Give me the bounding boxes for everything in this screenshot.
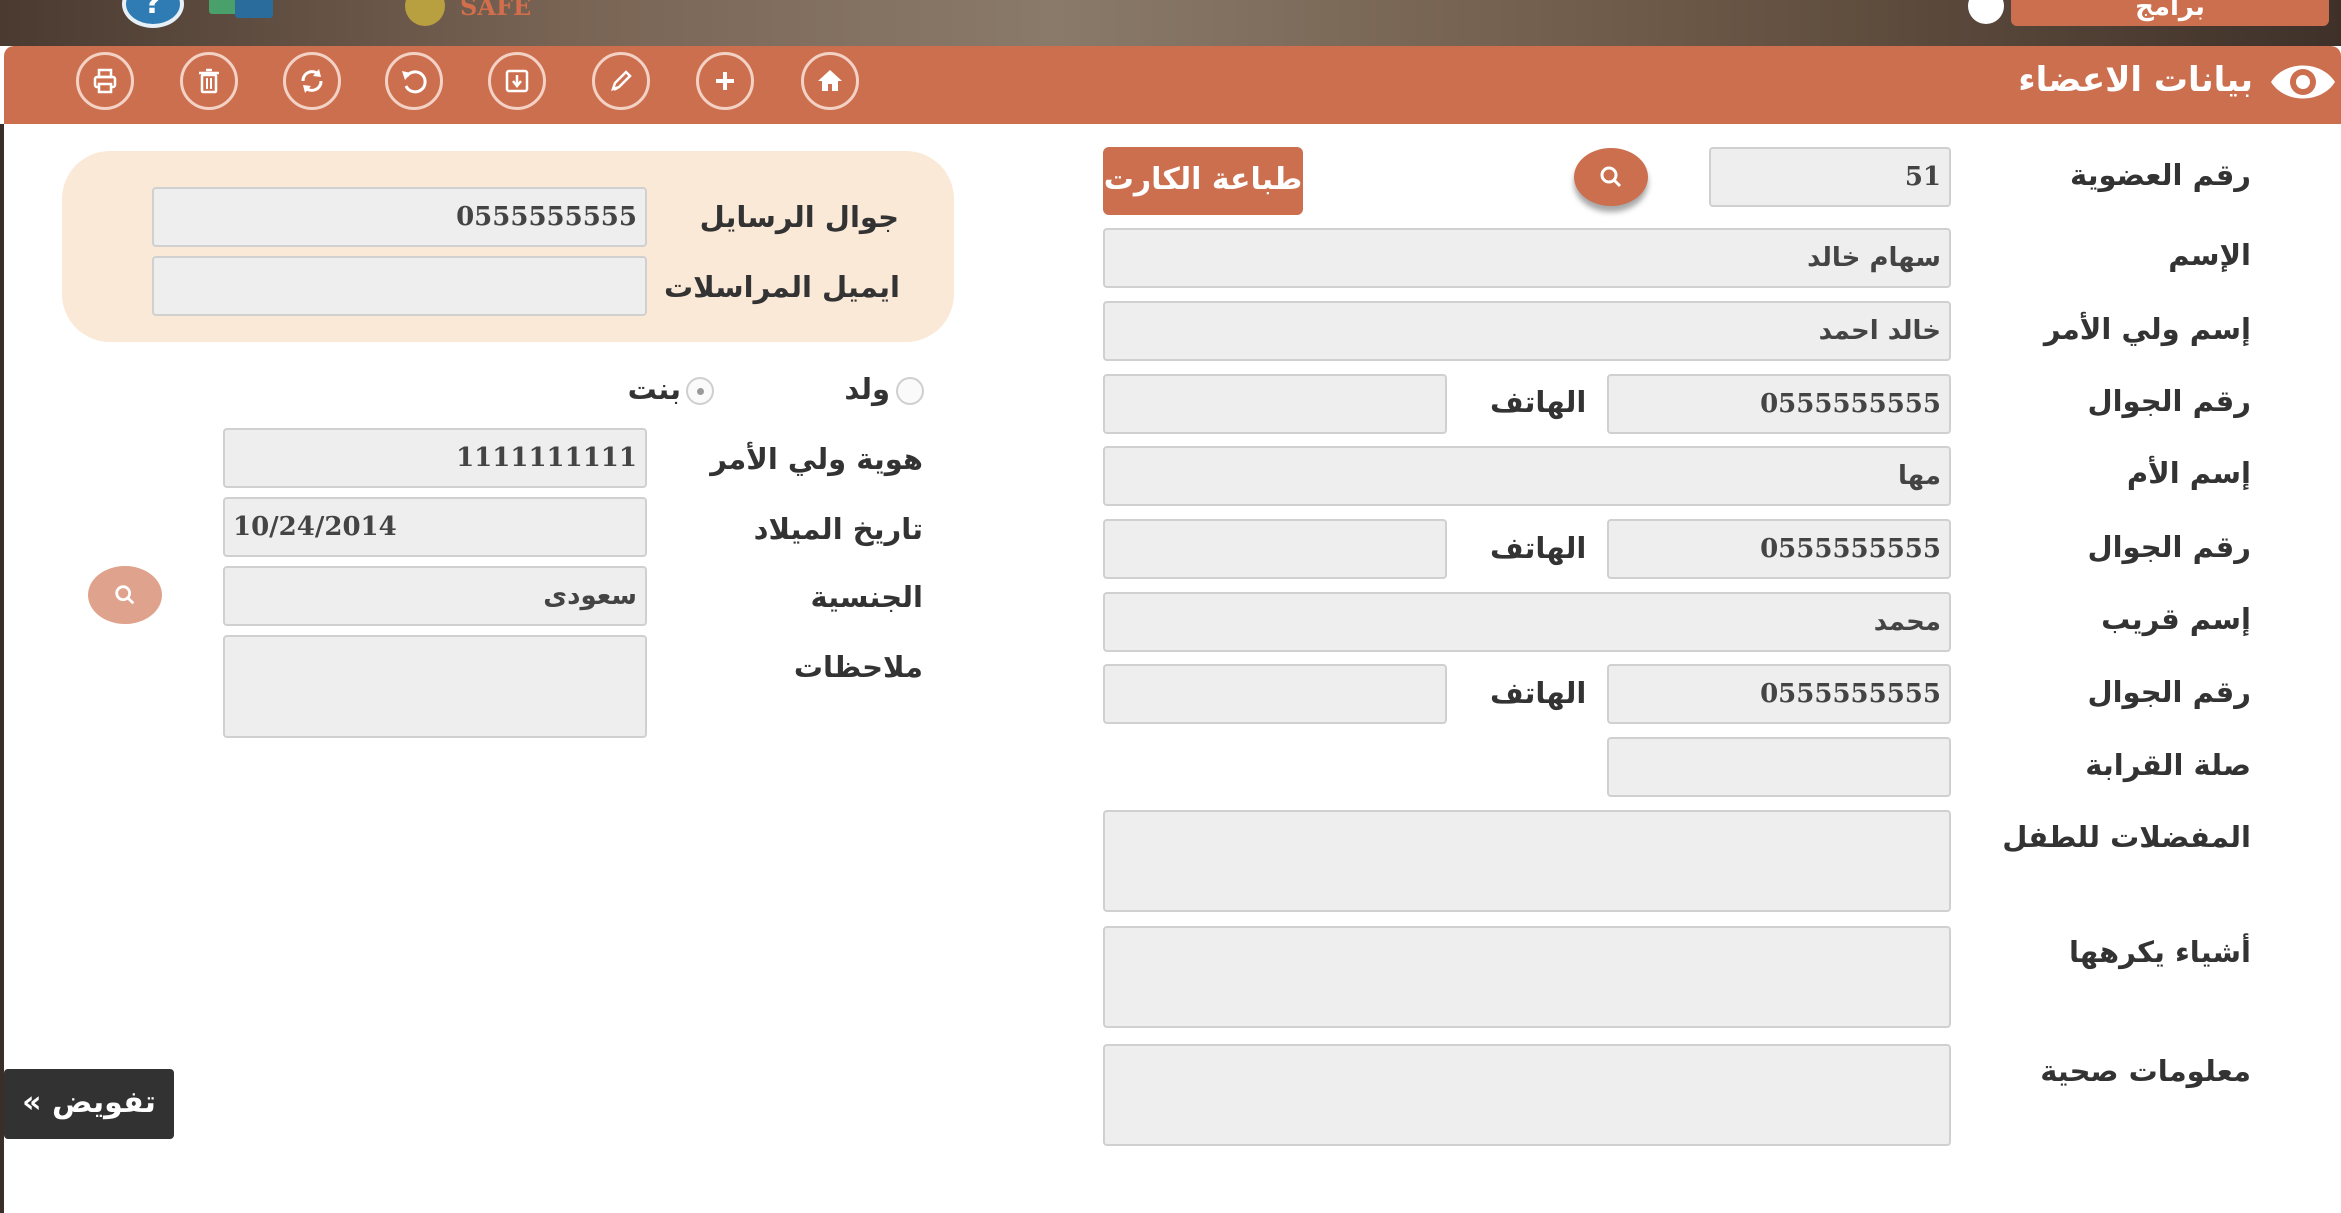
- relative-mobile-label: رقم الجوال: [2087, 675, 2251, 709]
- undo-button[interactable]: [385, 52, 443, 110]
- boy-radio[interactable]: [896, 377, 924, 405]
- mother-mobile-input[interactable]: 0555555555: [1607, 519, 1951, 579]
- guardian-phone-label: الهاتف: [1490, 385, 1587, 419]
- logo-text: SAFE: [460, 0, 532, 21]
- eye-icon: [2267, 56, 2339, 108]
- notes-label: ملاحظات: [793, 650, 923, 684]
- health-info-label: معلومات صحية: [2040, 1054, 2251, 1088]
- relation-label: صلة القرابة: [2085, 748, 2251, 782]
- delete-button[interactable]: [180, 52, 238, 110]
- relative-mobile-input[interactable]: 0555555555: [1607, 664, 1951, 724]
- dislikes-textarea[interactable]: [1103, 926, 1951, 1028]
- favorites-label: المفضلات للطفل: [2002, 820, 2251, 854]
- toolbar: [4, 46, 2341, 124]
- search-icon: [1600, 166, 1622, 188]
- relative-phone-label: الهاتف: [1490, 676, 1587, 710]
- birth-date-label: تاريخ الميلاد: [753, 512, 923, 546]
- programs-button[interactable]: برامج: [2011, 0, 2329, 26]
- print-icon: [93, 68, 117, 94]
- nationality-search-button[interactable]: [88, 566, 162, 624]
- nationality-input[interactable]: سعودى: [223, 566, 647, 626]
- guardian-mobile-input[interactable]: 0555555555: [1607, 374, 1951, 434]
- birth-date-input[interactable]: 10/24/2014: [223, 497, 647, 557]
- print-button[interactable]: [76, 52, 134, 110]
- nationality-label: الجنسية: [810, 580, 923, 614]
- trash-icon: [199, 68, 219, 94]
- guardian-name-input[interactable]: خالد احمد: [1103, 301, 1951, 361]
- messages-email-label: ايميل المراسلات: [663, 270, 900, 304]
- messages-mobile-input[interactable]: 0555555555: [152, 187, 647, 247]
- guardian-id-input[interactable]: 1111111111: [223, 428, 647, 488]
- left-edge: [0, 124, 4, 1213]
- dislikes-label: أشياء يكرهها: [2068, 935, 2251, 969]
- name-input[interactable]: سهام خالد: [1103, 228, 1951, 288]
- girl-radio[interactable]: [686, 377, 714, 405]
- home-button[interactable]: [801, 52, 859, 110]
- pencil-icon: [611, 70, 632, 91]
- plus-icon: [716, 72, 734, 90]
- save-button[interactable]: [488, 52, 546, 110]
- name-label: الإسم: [2168, 238, 2251, 272]
- add-button[interactable]: [696, 52, 754, 110]
- help-glyph: ?: [144, 0, 162, 21]
- refresh-button[interactable]: [283, 52, 341, 110]
- relative-phone-input[interactable]: [1103, 664, 1447, 724]
- page-title: بيانات الاعضاء: [2018, 60, 2253, 100]
- relation-input[interactable]: [1607, 737, 1951, 797]
- save-icon: [505, 69, 529, 93]
- relative-name-input[interactable]: محمد: [1103, 592, 1951, 652]
- search-icon: [115, 585, 135, 605]
- help-icon[interactable]: ?: [122, 0, 184, 28]
- refresh-icon: [301, 69, 323, 93]
- health-info-textarea[interactable]: [1103, 1044, 1951, 1146]
- home-icon: [818, 70, 842, 91]
- messages-mobile-label: جوال الرسايل: [699, 200, 899, 234]
- guardian-mobile-label: رقم الجوال: [2087, 384, 2251, 418]
- delegate-button[interactable]: « تفويض: [4, 1069, 174, 1139]
- undo-icon: [402, 70, 427, 94]
- relative-name-label: إسم قريب: [2101, 602, 2251, 636]
- mother-name-label: إسم الأم: [2126, 456, 2251, 490]
- girl-label: بنت: [627, 372, 681, 406]
- member-search-button[interactable]: [1574, 148, 1648, 206]
- print-card-button[interactable]: طباعة الكارت: [1103, 147, 1303, 215]
- guardian-name-label: إسم ولي الأمر: [2043, 312, 2251, 346]
- mother-phone-input[interactable]: [1103, 519, 1447, 579]
- messages-email-input[interactable]: [152, 256, 647, 316]
- chat-icon[interactable]: [205, 0, 277, 22]
- guardian-phone-input[interactable]: [1103, 374, 1447, 434]
- favorites-textarea[interactable]: [1103, 810, 1951, 912]
- mother-mobile-label: رقم الجوال: [2087, 530, 2251, 564]
- membership-no-input[interactable]: 51: [1709, 147, 1951, 207]
- membership-no-label: رقم العضوية: [2070, 158, 2251, 192]
- mother-phone-label: الهاتف: [1490, 531, 1587, 565]
- edit-button[interactable]: [592, 52, 650, 110]
- mother-name-input[interactable]: مها: [1103, 446, 1951, 506]
- notes-textarea[interactable]: [223, 635, 647, 738]
- boy-label: ولد: [844, 372, 890, 406]
- guardian-id-label: هوية ولي الأمر: [710, 442, 923, 476]
